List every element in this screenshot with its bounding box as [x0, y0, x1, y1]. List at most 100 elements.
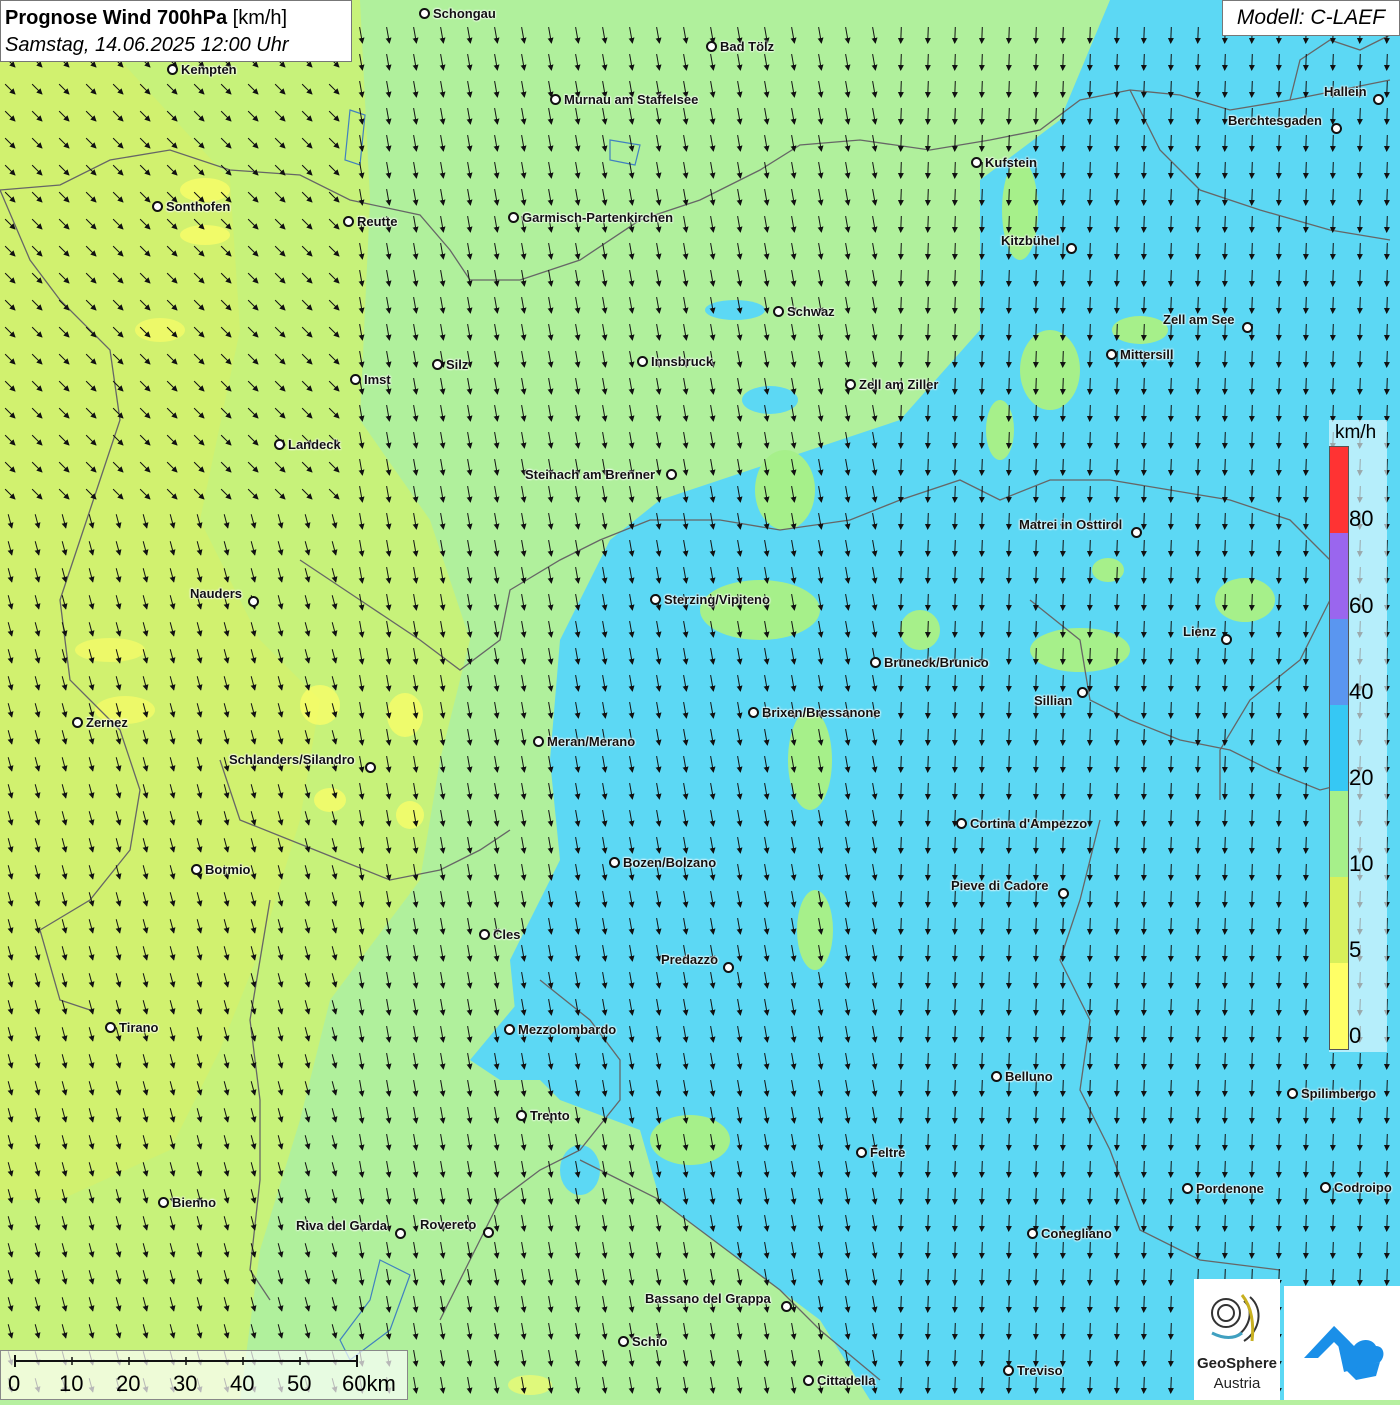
wind-arrow	[1221, 647, 1228, 665]
wind-arrow	[1032, 674, 1039, 692]
wind-arrow	[1086, 944, 1093, 962]
wind-arrow	[1221, 917, 1228, 935]
city-label: Imst	[364, 372, 391, 387]
wind-arrow	[1248, 215, 1255, 233]
wind-arrow	[1086, 377, 1093, 395]
wind-arrow	[1275, 296, 1282, 314]
wind-arrow	[1167, 620, 1174, 638]
wind-arrow	[1248, 863, 1255, 881]
wind-arrow	[1329, 296, 1336, 314]
wind-arrow	[1194, 1052, 1201, 1070]
wind-arrow	[1275, 944, 1282, 962]
wind-arrow	[1302, 512, 1309, 530]
wind-arrow	[1005, 1322, 1012, 1340]
wind-arrow	[1248, 782, 1255, 800]
wind-arrow	[1059, 620, 1066, 638]
wind-arrow	[1248, 1106, 1255, 1124]
wind-arrow	[1140, 296, 1147, 314]
city-marker	[152, 201, 163, 212]
city-label: Cittadella	[817, 1373, 876, 1388]
wind-arrow	[1329, 107, 1336, 125]
wind-arrow	[1086, 998, 1093, 1016]
wind-arrow	[1248, 620, 1255, 638]
wind-arrow	[1059, 107, 1066, 125]
wind-arrow	[1302, 404, 1309, 422]
wind-arrow	[1113, 647, 1120, 665]
city-marker	[845, 379, 856, 390]
wind-arrow	[897, 1187, 904, 1205]
wind-arrow	[1113, 53, 1120, 71]
city-marker	[395, 1228, 406, 1239]
wind-arrow	[1302, 863, 1309, 881]
wind-arrow	[1167, 917, 1174, 935]
wind-arrow	[897, 161, 904, 179]
wind-arrow	[1167, 1322, 1174, 1340]
wind-arrow	[1032, 1052, 1039, 1070]
wind-arrow	[1329, 161, 1336, 179]
wind-arrow	[1302, 998, 1309, 1016]
app-logo[interactable]	[1284, 1286, 1400, 1400]
wind-arrow	[1221, 863, 1228, 881]
city-marker	[1131, 527, 1142, 538]
wind-arrow	[1356, 134, 1363, 152]
city-marker	[618, 1336, 629, 1347]
wind-arrow	[1086, 620, 1093, 638]
wind-arrow	[1194, 971, 1201, 989]
wind-arrow	[1086, 566, 1093, 584]
city-label: Spilimbergo	[1301, 1086, 1377, 1101]
wind-arrow	[1275, 161, 1282, 179]
wind-arrow	[1059, 755, 1066, 773]
wind-arrow	[1383, 215, 1390, 233]
wind-arrow	[1302, 377, 1309, 395]
wind-arrow	[1302, 971, 1309, 989]
wind-arrow	[897, 998, 904, 1016]
wind-arrow	[1086, 1079, 1093, 1097]
wind-arrow	[1275, 269, 1282, 287]
geosphere-logo[interactable]: GeoSphere Austria	[1194, 1279, 1280, 1400]
wind-arrow	[1059, 377, 1066, 395]
wind-arrow	[1275, 917, 1282, 935]
wind-arrow	[1194, 485, 1201, 503]
city-marker	[1027, 1228, 1038, 1239]
wind-arrow	[1167, 377, 1174, 395]
wind-arrow	[1167, 539, 1174, 557]
wind-arrow	[1383, 323, 1390, 341]
wind-arrow	[1248, 755, 1255, 773]
wind-arrow	[924, 1268, 931, 1286]
wind-arrow	[897, 1376, 904, 1394]
city-marker	[191, 864, 202, 875]
wind-arrow	[1221, 80, 1228, 98]
wind-arrow	[1275, 782, 1282, 800]
wind-arrow	[1248, 53, 1255, 71]
wind-arrow	[1302, 593, 1309, 611]
wind-arrow	[1140, 593, 1147, 611]
wind-arrow	[1194, 728, 1201, 746]
wind-arrow	[1086, 215, 1093, 233]
wind-arrow	[1275, 1052, 1282, 1070]
wind-arrow	[1248, 242, 1255, 260]
wind-arrow	[1275, 1214, 1282, 1232]
wind-arrow	[1302, 620, 1309, 638]
wind-arrow	[1194, 404, 1201, 422]
wind-arrow	[1113, 377, 1120, 395]
wind-arrow	[951, 107, 958, 125]
wind-arrow	[1059, 458, 1066, 476]
title-box: Prognose Wind 700hPa [km/h] Samstag, 14.…	[0, 0, 352, 62]
wind-arrow	[1167, 26, 1174, 44]
wind-arrow	[924, 728, 931, 746]
wind-arrow	[1113, 971, 1120, 989]
wind-arrow	[1302, 1025, 1309, 1043]
wind-arrow	[1113, 1160, 1120, 1178]
wind-arrow	[1275, 620, 1282, 638]
wind-arrow	[978, 782, 985, 800]
city-label: Codroipo	[1334, 1180, 1392, 1195]
wind-arrow	[1221, 53, 1228, 71]
wind-arrow	[978, 1241, 985, 1259]
city-marker	[343, 216, 354, 227]
wind-arrow	[951, 53, 958, 71]
wind-arrow	[951, 728, 958, 746]
wind-arrow	[951, 269, 958, 287]
wind-arrow	[1221, 458, 1228, 476]
wind-arrow	[1383, 1268, 1390, 1286]
wind-arrow	[1140, 1295, 1147, 1313]
